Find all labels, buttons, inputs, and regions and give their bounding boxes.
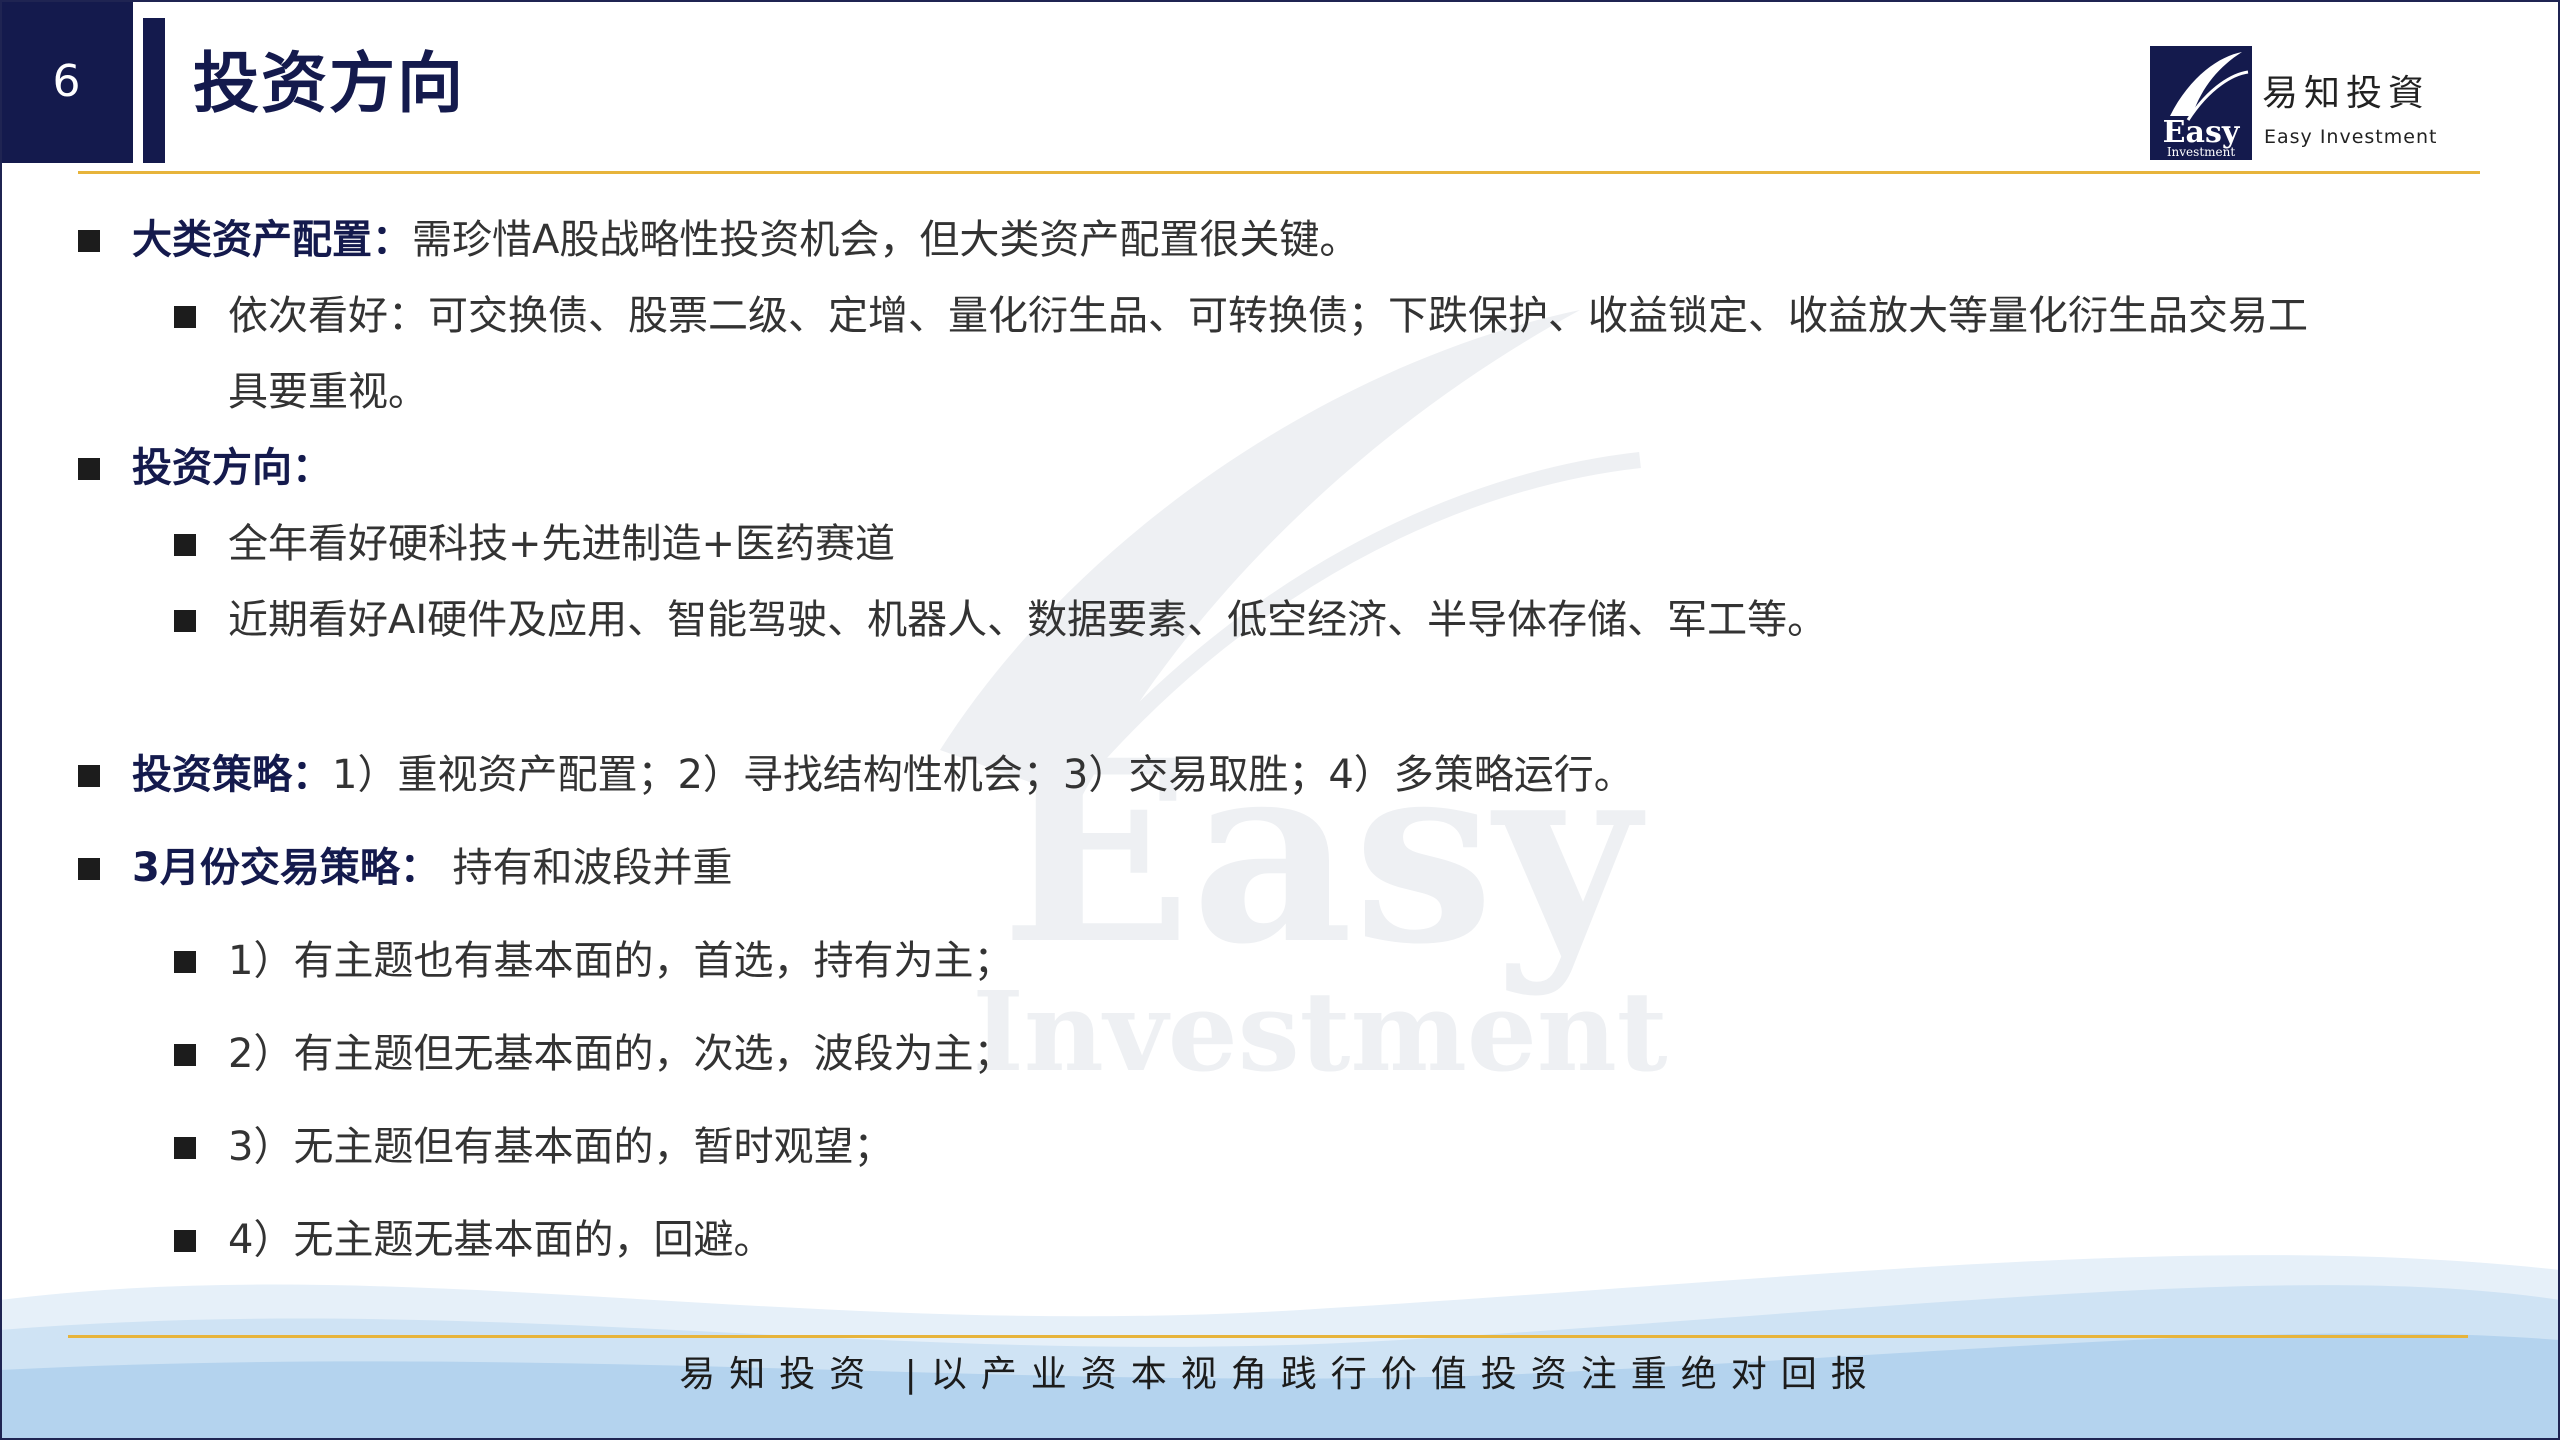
sub-bullet-marker [174,1044,196,1066]
sub-bullet-marker [174,951,196,973]
sub-bullet-marker [174,534,196,556]
sub-bullet-text: 3）无主题但有基本面的，暂时观望； [228,1124,894,1170]
sub-bullet-marker [174,1137,196,1159]
bullet-marker [78,230,100,252]
sub-bullet-text: 近期看好AI硬件及应用、智能驾驶、机器人、数据要素、低空经济、半导体存储、军工等… [228,597,1828,643]
bullet-text: 持有和波段并重 [439,845,733,891]
sub-bullet-marker [174,306,196,328]
bullet-text: 1）重视资产配置；2）寻找结构性机会；3）交易取胜；4）多策略运行。 [332,752,1634,798]
bullet-investment-direction: 投资方向： [132,444,332,492]
sub-bullet-text: 全年看好硬科技+先进制造+医药赛道 [228,521,896,567]
bullet-lead: 投资策略： [132,752,332,798]
sub-bullet-text: 依次看好：可交换债、股票二级、定增、量化衍生品、可转换债；下跌保护、收益锁定、收… [228,293,2308,339]
bullet-asset-allocation: 大类资产配置：需珍惜A股战略性投资机会，但大类资产配置很关键。 [132,216,1359,264]
bullet-march-strategy: 3月份交易策略： 持有和波段并重 [132,844,733,892]
sub-bullet-text: 1）有主题也有基本面的，首选，持有为主； [228,938,1014,984]
bullet-text: 需珍惜A股战略性投资机会，但大类资产配置很关键。 [412,217,1360,263]
footer-slogan: 易知投资 |以产业资本视角践行价值投资注重绝对回报 [679,1354,1881,1395]
slide-content: 大类资产配置：需珍惜A股战略性投资机会，但大类资产配置很关键。 依次看好：可交换… [0,0,2560,1440]
sub-bullet-marker [174,1230,196,1252]
bullet-lead: 大类资产配置： [132,217,412,263]
bullet-investment-strategy: 投资策略：1）重视资产配置；2）寻找结构性机会；3）交易取胜；4）多策略运行。 [132,751,1634,799]
sub-bullet-text: 2）有主题但无基本面的，次选，波段为主； [228,1031,1014,1077]
bullet-lead: 3月份交易策略： [132,845,440,891]
sub-bullet-marker [174,610,196,632]
sub-bullet-text: 4）无主题无基本面的，回避。 [228,1217,774,1263]
bullet-marker [78,458,100,480]
sub-bullet-text-continued: 具要重视。 [228,369,428,415]
bullet-marker [78,858,100,880]
bullet-lead: 投资方向： [132,445,332,491]
bullet-marker [78,765,100,787]
footer-divider [68,1335,2468,1338]
